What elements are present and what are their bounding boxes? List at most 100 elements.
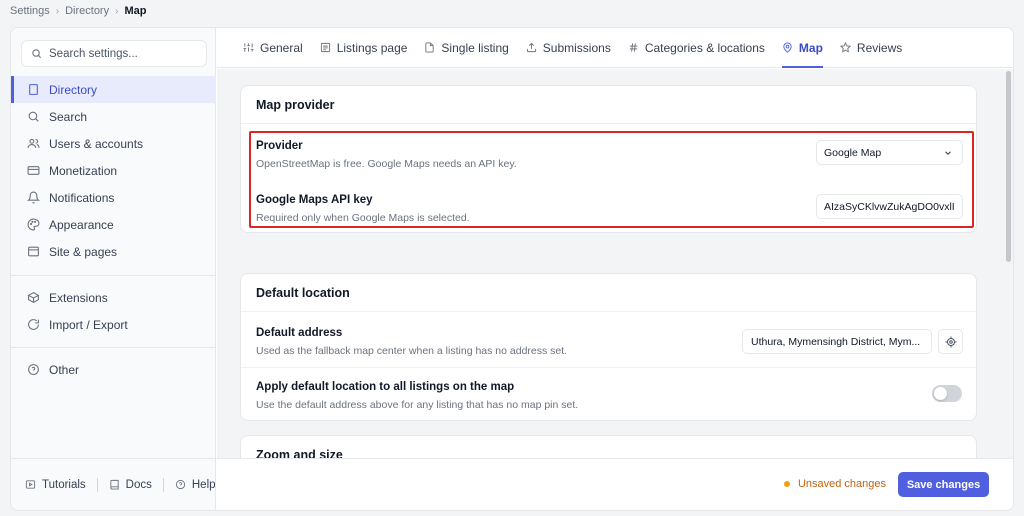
api-key-input[interactable]	[816, 194, 963, 219]
scrollbar-thumb[interactable]	[1006, 71, 1011, 262]
sidebar-divider	[11, 347, 216, 348]
apply-default-description: Use the default address above for any li…	[256, 399, 579, 411]
tab-single-listing[interactable]: Single listing	[424, 28, 509, 67]
sidebar-item-directory[interactable]: Directory	[11, 76, 216, 103]
card-title: Map provider	[241, 86, 976, 124]
sidebar-nav-other: Other	[11, 356, 216, 383]
toggle-knob	[934, 387, 947, 400]
box-icon	[26, 291, 40, 305]
search-input[interactable]	[49, 47, 199, 60]
tab-bar: General Listings page Single listing Sub…	[217, 28, 1013, 68]
sidebar-item-users[interactable]: Users & accounts	[11, 130, 216, 157]
tab-listings-page[interactable]: Listings page	[320, 28, 408, 67]
tab-submissions[interactable]: Submissions	[526, 28, 611, 67]
footer-divider	[96, 477, 98, 492]
apply-default-label: Apply default location to all listings o…	[256, 381, 515, 393]
upload-icon	[526, 42, 537, 53]
map-provider-card: Map provider Provider OpenStreetMap is f…	[240, 85, 977, 233]
chevron-right-icon: ›	[115, 5, 119, 17]
star-icon	[839, 42, 851, 53]
search-box	[21, 40, 207, 67]
breadcrumb: Settings › Directory › Map	[10, 4, 146, 18]
tutorials-label: Tutorials	[42, 478, 86, 491]
provider-select[interactable]: Google Map	[816, 140, 963, 165]
book-icon	[109, 479, 120, 490]
sidebar-item-import-export[interactable]: Import / Export	[11, 311, 216, 338]
sidebar-item-notifications[interactable]: Notifications	[11, 184, 216, 211]
tab-general[interactable]: General	[243, 28, 303, 67]
tab-label: Categories & locations	[644, 40, 765, 55]
tab-label: Map	[798, 40, 823, 55]
tab-label: Reviews	[856, 40, 903, 55]
crosshair-icon	[945, 336, 956, 347]
file-icon	[424, 42, 435, 53]
palette-icon	[26, 218, 40, 232]
search-icon	[32, 49, 42, 59]
docs-label: Docs	[125, 478, 152, 491]
sliders-icon	[243, 42, 254, 53]
card-title: Default location	[241, 274, 976, 312]
sidebar-item-label: Directory	[49, 82, 98, 97]
apply-default-toggle[interactable]	[932, 385, 962, 402]
sidebar-item-other[interactable]: Other	[11, 356, 216, 383]
sidebar-item-extensions[interactable]: Extensions	[11, 284, 216, 311]
layout-icon	[26, 245, 40, 259]
bell-icon	[26, 191, 40, 205]
chevron-down-icon	[943, 148, 953, 158]
tab-categories-locations[interactable]: Categories & locations	[628, 28, 765, 67]
sidebar-item-label: Notifications	[49, 190, 115, 205]
tutorials-link[interactable]: Tutorials	[25, 479, 86, 491]
refresh-icon	[26, 318, 40, 332]
footer-divider	[162, 477, 164, 492]
sidebar-nav-main: Directory Search Users & accounts Moneti…	[11, 76, 216, 265]
breadcrumb-settings[interactable]: Settings	[10, 5, 50, 17]
sidebar-divider	[11, 275, 216, 276]
unsaved-label: Unsaved changes	[797, 478, 886, 490]
sidebar-item-label: Other	[49, 362, 80, 377]
building-icon	[26, 83, 40, 97]
card-title: Zoom and size	[241, 436, 976, 461]
sidebar-nav-tools: Extensions Import / Export	[11, 284, 216, 338]
default-location-card: Default location Default address Used as…	[240, 273, 977, 421]
settings-content: Map provider Provider OpenStreetMap is f…	[217, 69, 1013, 461]
help-label: Help	[191, 478, 216, 491]
hash-icon	[628, 42, 639, 53]
save-button[interactable]: Save changes	[898, 472, 989, 497]
breadcrumb-directory[interactable]: Directory	[65, 5, 109, 17]
sidebar-footer: Tutorials Docs Help	[11, 458, 216, 510]
status-dot	[783, 481, 790, 487]
sidebar-item-label: Search	[49, 109, 88, 124]
row-divider	[241, 367, 976, 368]
locate-button[interactable]	[938, 329, 963, 354]
sidebar-item-monetization[interactable]: Monetization	[11, 157, 216, 184]
docs-link[interactable]: Docs	[109, 479, 152, 491]
help-link[interactable]: Help	[175, 479, 216, 491]
list-icon	[320, 42, 331, 53]
sidebar-item-site-pages[interactable]: Site & pages	[11, 238, 216, 265]
sidebar-item-label: Import / Export	[49, 317, 128, 332]
provider-select-value: Google Map	[824, 146, 882, 159]
sidebar-item-search[interactable]: Search	[11, 103, 216, 130]
sidebar-item-label: Users & accounts	[49, 136, 144, 151]
apply-default-row: Apply default location to all listings o…	[256, 381, 963, 411]
settings-panel: Directory Search Users & accounts Moneti…	[10, 27, 1014, 511]
default-address-row: Default address Used as the fallback map…	[256, 327, 963, 357]
api-key-row: Google Maps API key Required only when G…	[256, 194, 963, 224]
chevron-right-icon: ›	[55, 5, 60, 17]
users-icon	[26, 137, 40, 151]
credit-card-icon	[26, 164, 40, 178]
help-circle-icon	[26, 363, 40, 377]
tab-reviews[interactable]: Reviews	[839, 28, 903, 67]
tab-label: Listings page	[336, 40, 408, 55]
unsaved-indicator: Unsaved changes	[783, 478, 886, 490]
help-circle-icon	[175, 479, 186, 490]
provider-row: Provider OpenStreetMap is free. Google M…	[256, 140, 963, 170]
sidebar-item-label: Site & pages	[49, 244, 118, 259]
tab-map[interactable]: Map	[781, 28, 823, 68]
breadcrumb-current: Map	[124, 5, 147, 17]
sidebar-item-label: Monetization	[49, 163, 118, 178]
map-pin-icon	[782, 42, 793, 53]
default-address-input[interactable]	[742, 329, 932, 354]
sidebar: Directory Search Users & accounts Moneti…	[11, 28, 216, 510]
sidebar-item-appearance[interactable]: Appearance	[11, 211, 216, 238]
